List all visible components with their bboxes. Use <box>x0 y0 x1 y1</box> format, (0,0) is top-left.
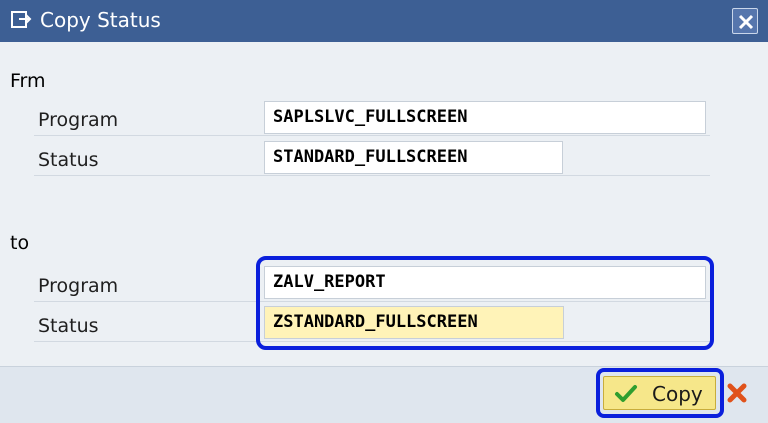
cancel-icon <box>727 383 747 403</box>
copy-button[interactable]: Copy <box>603 376 716 410</box>
copy-status-icon <box>10 9 32 31</box>
window-title: Copy Status <box>40 8 161 32</box>
close-button[interactable] <box>732 8 758 34</box>
checkmark-icon <box>615 385 637 402</box>
cancel-button[interactable] <box>724 376 752 410</box>
copy-button-label: Copy <box>652 382 703 406</box>
from-status-field[interactable]: STANDARD_FULLSCREEN <box>264 141 563 174</box>
to-status-label: Status <box>38 315 99 337</box>
title-bar: Copy Status <box>0 0 768 42</box>
from-program-label: Program <box>38 109 119 131</box>
to-group-label: to <box>10 232 30 254</box>
from-program-field[interactable]: SAPLSLVC_FULLSCREEN <box>264 101 706 134</box>
close-icon <box>738 14 754 30</box>
from-group-label: Frm <box>10 70 46 92</box>
to-program-label: Program <box>38 275 119 297</box>
target-fields-highlight <box>256 256 714 350</box>
from-status-label: Status <box>38 149 99 171</box>
